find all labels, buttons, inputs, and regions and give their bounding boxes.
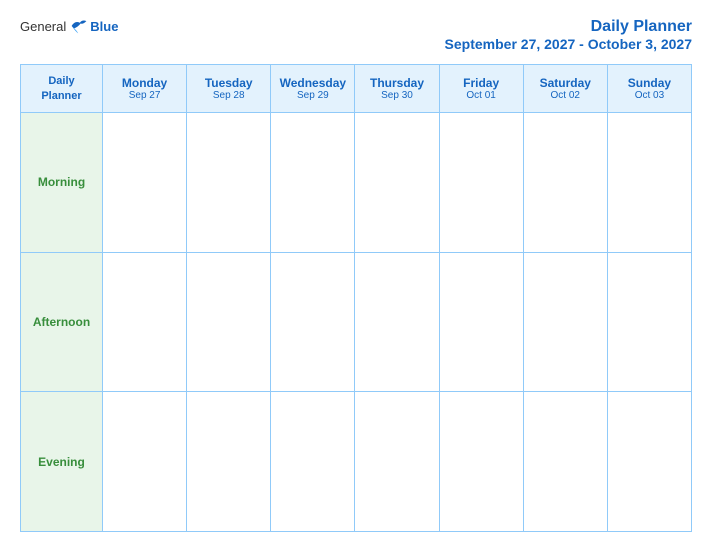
evening-wednesday[interactable] [271,392,355,532]
logo: General Blue [20,18,118,34]
title-area: Daily Planner September 27, 2027 - Octob… [445,18,692,52]
header-sunday: Sunday Oct 03 [607,65,691,113]
header-monday: Monday Sep 27 [103,65,187,113]
evening-monday[interactable] [103,392,187,532]
planner-subtitle: September 27, 2027 - October 3, 2027 [445,36,692,52]
evening-sunday[interactable] [607,392,691,532]
morning-wednesday[interactable] [271,113,355,253]
afternoon-row: Afternoon [21,252,692,392]
morning-saturday[interactable] [523,113,607,253]
planner-table: DailyPlanner Monday Sep 27 Tuesday Sep 2… [20,64,692,532]
morning-label: Morning [21,113,103,253]
logo-blue-text: Blue [90,19,118,34]
planner-title: Daily Planner [445,18,692,36]
afternoon-saturday[interactable] [523,252,607,392]
morning-tuesday[interactable] [187,113,271,253]
header-friday: Friday Oct 01 [439,65,523,113]
afternoon-wednesday[interactable] [271,252,355,392]
header-thursday: Thursday Sep 30 [355,65,439,113]
page-header: General Blue Daily Planner September 27,… [20,18,692,52]
evening-friday[interactable] [439,392,523,532]
afternoon-monday[interactable] [103,252,187,392]
header-saturday: Saturday Oct 02 [523,65,607,113]
morning-monday[interactable] [103,113,187,253]
header-tuesday: Tuesday Sep 28 [187,65,271,113]
afternoon-friday[interactable] [439,252,523,392]
morning-friday[interactable] [439,113,523,253]
evening-tuesday[interactable] [187,392,271,532]
evening-saturday[interactable] [523,392,607,532]
morning-row: Morning [21,113,692,253]
afternoon-tuesday[interactable] [187,252,271,392]
evening-row: Evening [21,392,692,532]
afternoon-sunday[interactable] [607,252,691,392]
afternoon-thursday[interactable] [355,252,439,392]
column-headers-row: DailyPlanner Monday Sep 27 Tuesday Sep 2… [21,65,692,113]
header-daily-planner: DailyPlanner [21,65,103,113]
evening-label: Evening [21,392,103,532]
logo-bird-icon [70,18,88,34]
morning-sunday[interactable] [607,113,691,253]
logo-area: General Blue [20,18,118,34]
afternoon-label: Afternoon [21,252,103,392]
header-wednesday: Wednesday Sep 29 [271,65,355,113]
morning-thursday[interactable] [355,113,439,253]
evening-thursday[interactable] [355,392,439,532]
logo-general-text: General [20,19,66,34]
